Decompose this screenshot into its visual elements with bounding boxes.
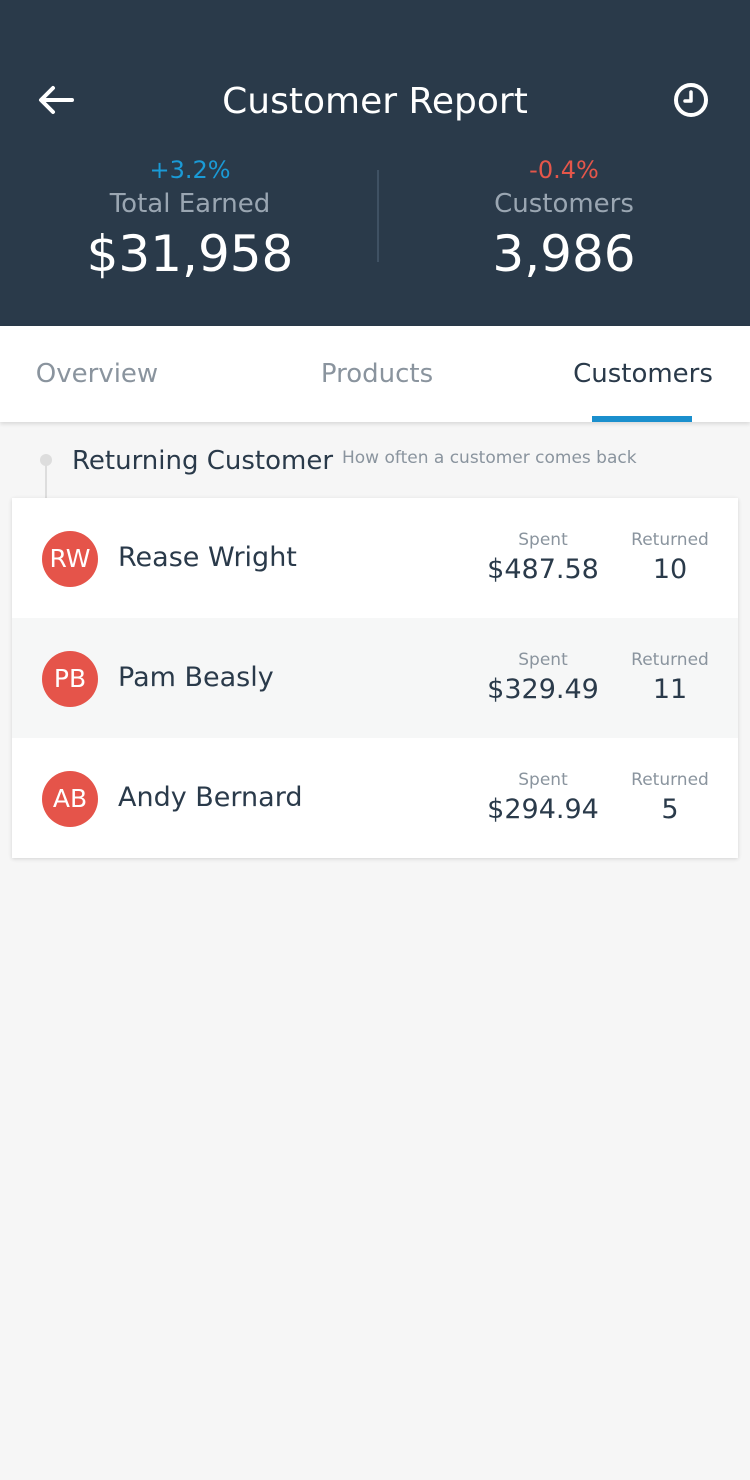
spent-label: Spent [518, 770, 568, 790]
customer-row[interactable]: AB Andy Bernard Spent $294.94 Returned 5 [12, 738, 738, 858]
returned-column: Returned 10 [620, 528, 720, 588]
total-earned-label: Total Earned [109, 189, 271, 219]
page-title: Customer Report [222, 81, 528, 122]
spent-value: $329.49 [487, 674, 599, 705]
returned-value: 5 [661, 794, 679, 825]
history-button[interactable] [671, 80, 711, 120]
section-title: Returning Customer [72, 446, 334, 476]
returned-label: Returned [631, 770, 709, 790]
tab-bar: Overview Products Customers [0, 326, 750, 422]
spent-column: Spent $294.94 [478, 768, 608, 828]
timeline-dot [40, 454, 52, 466]
customers-stat: -0.4% Customers 3,986 [376, 152, 750, 286]
total-earned-stat: +3.2% Total Earned $31,958 [2, 152, 378, 286]
avatar: AB [42, 771, 98, 827]
section-subtitle: How often a customer comes back [342, 448, 637, 468]
returned-label: Returned [631, 650, 709, 670]
spent-column: Spent $487.58 [478, 528, 608, 588]
customers-label: Customers [494, 189, 634, 219]
customers-value: 3,986 [492, 225, 636, 283]
returned-column: Returned 5 [620, 768, 720, 828]
customer-list: RW Rease Wright Spent $487.58 Returned 1… [12, 498, 738, 858]
customer-name: Rease Wright [118, 542, 297, 573]
spent-value: $294.94 [487, 794, 599, 825]
avatar: RW [42, 531, 98, 587]
customers-change: -0.4% [529, 156, 599, 184]
spent-label: Spent [518, 650, 568, 670]
tab-customers[interactable]: Customers [562, 326, 724, 422]
total-earned-value: $31,958 [86, 225, 294, 283]
spent-label: Spent [518, 530, 568, 550]
returned-value: 11 [652, 674, 688, 705]
returned-value: 10 [652, 554, 688, 585]
returned-column: Returned 11 [620, 648, 720, 708]
returned-label: Returned [631, 530, 709, 550]
customer-row[interactable]: PB Pam Beasly Spent $329.49 Returned 11 [12, 618, 738, 738]
customer-row[interactable]: RW Rease Wright Spent $487.58 Returned 1… [12, 498, 738, 618]
total-earned-change: +3.2% [149, 156, 231, 184]
tab-overview[interactable]: Overview [22, 326, 172, 422]
spent-column: Spent $329.49 [478, 648, 608, 708]
tab-products[interactable]: Products [302, 326, 452, 422]
customer-name: Pam Beasly [118, 662, 274, 693]
avatar: PB [42, 651, 98, 707]
customer-name: Andy Bernard [118, 782, 303, 813]
clock-icon [674, 83, 708, 117]
active-tab-indicator [592, 416, 692, 422]
spent-value: $487.58 [487, 554, 599, 585]
app-header: Customer Report +3.2% Total Earned $31,9… [0, 0, 750, 326]
